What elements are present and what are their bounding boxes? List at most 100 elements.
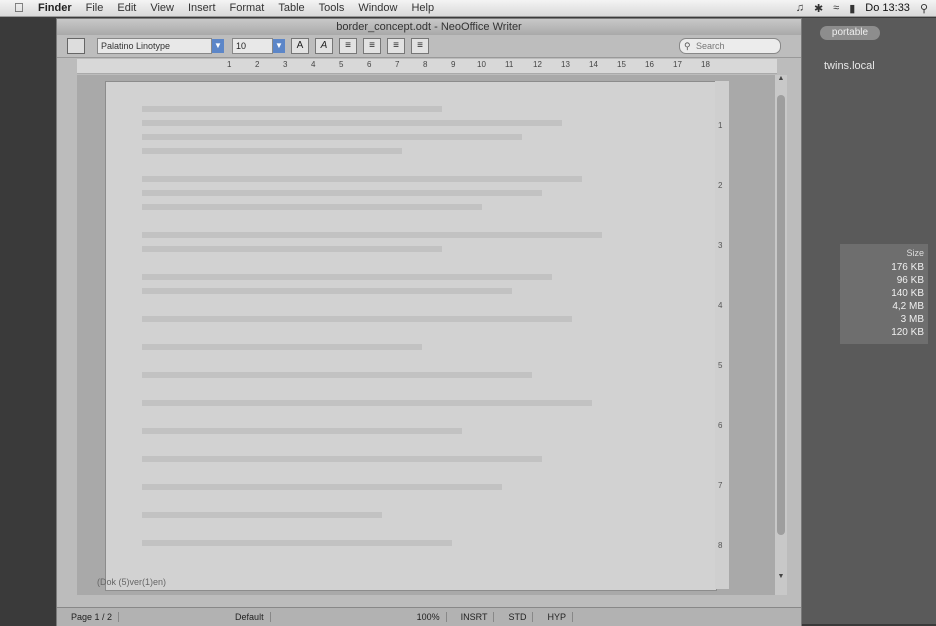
search-icon: ⚲ [684, 41, 691, 51]
menu-tools[interactable]: Tools [319, 2, 345, 14]
ruler-tick: 13 [561, 60, 570, 69]
ruler-tick: 5 [339, 60, 344, 69]
font-size-field[interactable]: 10 [232, 38, 273, 54]
window-title[interactable]: border_concept.odt - NeoOffice Writer [57, 19, 801, 35]
menu-table[interactable]: Table [278, 2, 304, 14]
text-line [142, 540, 452, 546]
scroll-down-icon[interactable]: ▼ [775, 573, 787, 583]
spotlight-icon[interactable]: ⚲ [920, 2, 928, 15]
text-line [142, 176, 582, 182]
music-icon[interactable]: ♫ [796, 2, 804, 14]
ruler-tick: 1 [227, 60, 232, 69]
font-dropdown-icon[interactable]: ▼ [212, 39, 224, 53]
apple-icon[interactable]:  [14, 1, 28, 15]
menu-tray: ♫ ✱ ≈ ▮ Do 13:33 ⚲ [796, 0, 928, 16]
host-label[interactable]: twins.local [824, 60, 875, 72]
text-line [142, 316, 572, 322]
ruler-tick: 18 [701, 60, 710, 69]
grid-icon[interactable] [67, 38, 85, 54]
ruler-tick: 7 [395, 60, 400, 69]
vruler-tick: 1 [718, 121, 723, 130]
vruler-tick: 4 [718, 301, 723, 310]
scroll-thumb[interactable] [777, 95, 785, 535]
text-line [142, 428, 462, 434]
vruler-tick: 8 [718, 541, 723, 550]
justify-icon[interactable]: ≡ [411, 38, 429, 54]
ruler-tick: 14 [589, 60, 598, 69]
menu-bar:  Finder File Edit View Insert Format Ta… [0, 0, 936, 17]
status-bar: Page 1 / 2 Default 100% INSRT STD HYP [57, 607, 801, 626]
text-line [142, 274, 552, 280]
status-selection-mode[interactable]: STD [502, 612, 534, 622]
menu-file[interactable]: File [86, 2, 104, 14]
italic-icon[interactable]: A [315, 38, 333, 54]
status-hyperlink-mode[interactable]: HYP [541, 612, 573, 622]
vruler-tick: 2 [718, 181, 723, 190]
battery-icon[interactable]: ▮ [849, 2, 855, 15]
wifi-icon[interactable]: ≈ [833, 2, 839, 14]
vruler-tick: 3 [718, 241, 723, 250]
document-page[interactable] [105, 81, 717, 591]
menu-insert[interactable]: Insert [188, 2, 216, 14]
doc-status-text: (Dok (5)ver(1)en) [97, 577, 167, 587]
ruler-tick: 12 [533, 60, 542, 69]
ruler-tick: 8 [423, 60, 428, 69]
ruler-tick: 4 [311, 60, 316, 69]
size-dropdown-icon[interactable]: ▼ [273, 39, 285, 53]
align-center-icon[interactable]: ≡ [363, 38, 381, 54]
vruler-tick: 7 [718, 481, 723, 490]
menu-app-name[interactable]: Finder [38, 2, 72, 14]
ruler-tick: 17 [673, 60, 682, 69]
menu-help[interactable]: Help [411, 2, 434, 14]
scroll-up-icon[interactable]: ▲ [775, 75, 787, 85]
search-input[interactable]: ⚲ Search [679, 38, 781, 54]
ruler-tick: 6 [367, 60, 372, 69]
align-left-icon[interactable]: ≡ [339, 38, 357, 54]
size-cell: 96 KB [896, 275, 924, 286]
text-line [142, 344, 422, 350]
ruler-tick: 9 [451, 60, 456, 69]
ruler-tick: 3 [283, 60, 288, 69]
text-line [142, 204, 482, 210]
menu-format[interactable]: Format [230, 2, 265, 14]
align-right-icon[interactable]: ≡ [387, 38, 405, 54]
text-line [142, 106, 442, 112]
size-column: Size 176 KB 96 KB 140 KB 4,2 MB 3 MB 120… [840, 244, 928, 344]
ruler-tick: 16 [645, 60, 654, 69]
bluetooth-icon[interactable]: ✱ [814, 2, 823, 15]
size-header[interactable]: Size [844, 248, 924, 258]
size-cell: 4,2 MB [892, 301, 924, 312]
menu-edit[interactable]: Edit [117, 2, 136, 14]
text-line [142, 484, 502, 490]
menu-window[interactable]: Window [358, 2, 397, 14]
ruler-tick: 2 [255, 60, 260, 69]
format-toolbar: Palatino Linotype ▼ 10 ▼ A A ≡ ≡ ≡ ≡ ⚲ S… [57, 35, 801, 58]
writer-window: border_concept.odt - NeoOffice Writer Pa… [56, 18, 802, 626]
ruler-tick: 11 [505, 60, 514, 69]
text-line [142, 372, 532, 378]
text-line [142, 148, 402, 154]
font-name-field[interactable]: Palatino Linotype [97, 38, 212, 54]
menu-view[interactable]: View [150, 2, 174, 14]
size-cell: 176 KB [891, 262, 924, 273]
search-placeholder: Search [696, 41, 725, 51]
menu-clock[interactable]: Do 13:33 [865, 2, 910, 14]
text-line [142, 288, 512, 294]
text-line [142, 120, 562, 126]
text-line [142, 400, 592, 406]
status-insert-mode[interactable]: INSRT [455, 612, 495, 622]
text-line [142, 232, 602, 238]
vertical-ruler[interactable]: 1 2 3 4 5 6 7 8 [715, 81, 729, 589]
size-cell: 140 KB [891, 288, 924, 299]
status-zoom[interactable]: 100% [411, 612, 447, 622]
status-page[interactable]: Page 1 / 2 [65, 612, 120, 622]
ruler-tick: 10 [477, 60, 486, 69]
font-color-icon[interactable]: A [291, 38, 309, 54]
status-style[interactable]: Default [229, 612, 271, 622]
vertical-scrollbar[interactable]: ▲ ▼ [775, 75, 787, 595]
background-window: portable twins.local Size 176 KB 96 KB 1… [800, 18, 936, 624]
horizontal-ruler[interactable]: 1 2 3 4 5 6 7 8 9 10 11 12 13 14 15 16 1… [77, 59, 777, 74]
portable-button[interactable]: portable [820, 26, 880, 40]
text-line [142, 190, 542, 196]
text-line [142, 512, 382, 518]
